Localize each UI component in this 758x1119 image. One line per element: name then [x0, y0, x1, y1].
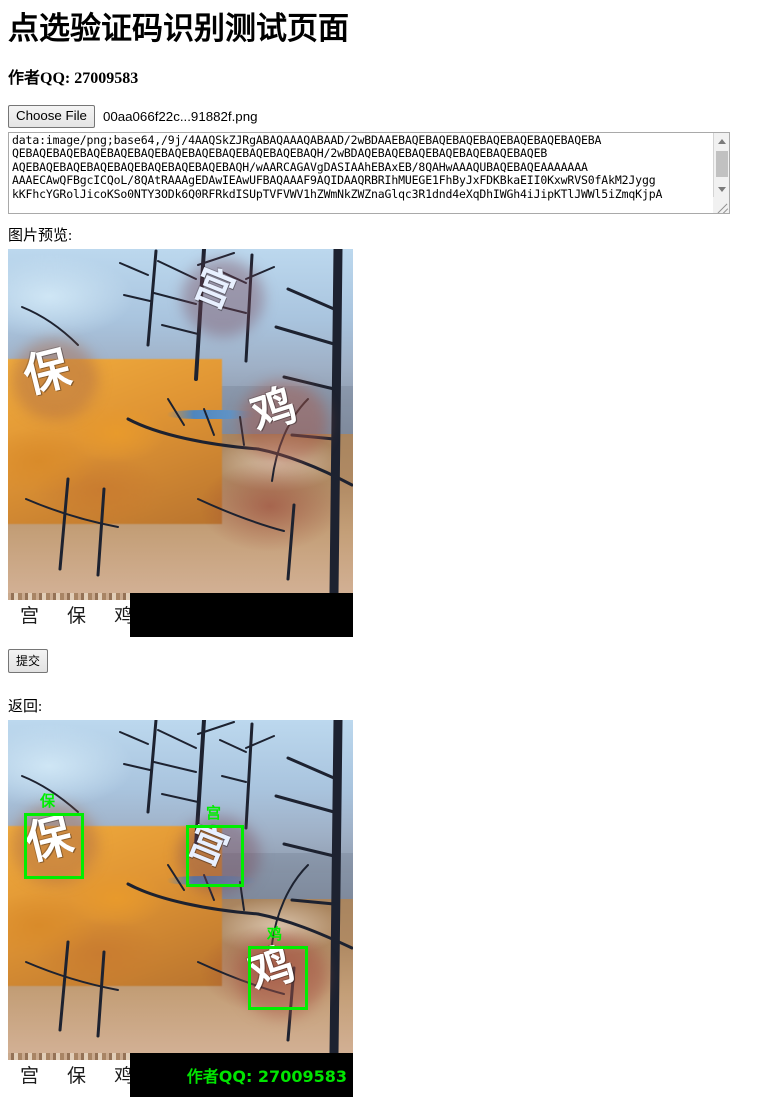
- captcha-result-image[interactable]: 保 宫 鸡 保宫鸡 宫 保 鸡 作者QQ: 27009583: [8, 719, 353, 1097]
- author-qq-label: 作者QQ: 27009583: [8, 69, 139, 87]
- base64-textarea-content[interactable]: data:image/png;base64,/9j/4AAQSkZJRgABAQ…: [12, 134, 714, 213]
- detection-box[interactable]: [24, 812, 84, 879]
- strip-black-area: [130, 592, 353, 637]
- scroll-down-arrow-icon[interactable]: [714, 181, 729, 197]
- file-input-row[interactable]: Choose File 00aa066f22c...91882f.png: [8, 105, 750, 129]
- submit-button[interactable]: 提交: [8, 648, 49, 673]
- detection-box[interactable]: [248, 945, 308, 1010]
- captcha-scene: 保 宫 鸡: [8, 248, 353, 593]
- submit-row: 提交: [8, 637, 750, 673]
- result-strip-black-area: 作者QQ: 27009583: [130, 1052, 353, 1097]
- captcha-preview-image[interactable]: 保 宫 鸡 宫 保 鸡: [8, 248, 353, 637]
- result-label: 返回:: [8, 698, 43, 715]
- result-prompt-characters: 宫 保 鸡: [20, 1065, 145, 1088]
- scrollbar-thumb[interactable]: [716, 150, 728, 177]
- detection-label: 保: [40, 791, 56, 810]
- result-author-qq: 作者QQ: 27009583: [186, 1066, 347, 1086]
- detection-label: 鸡: [267, 924, 283, 943]
- page-title: 点选验证码识别测试页面: [8, 11, 349, 46]
- base64-textarea[interactable]: data:image/png;base64,/9j/4AAQSkZJRgABAQ…: [8, 131, 730, 214]
- captcha-prompt-strip: 宫 保 鸡: [8, 592, 353, 637]
- detection-label: 宫: [206, 803, 222, 822]
- result-scene: 保 宫 鸡 保宫鸡: [8, 719, 353, 1053]
- red-patch: [201, 461, 340, 552]
- scroll-up-arrow-icon[interactable]: [714, 133, 729, 149]
- result-prompt-strip: 宫 保 鸡 作者QQ: 27009583: [8, 1052, 353, 1097]
- selected-file-name: 00aa066f22c...91882f.png: [102, 109, 258, 125]
- detection-box[interactable]: [186, 824, 244, 887]
- preview-label: 图片预览:: [8, 227, 73, 244]
- page-root: 点选验证码识别测试页面 作者QQ: 27009583 Choose File 0…: [0, 0, 758, 1105]
- choose-file-button[interactable]: Choose File: [8, 105, 95, 129]
- captcha-prompt-characters: 宫 保 鸡: [20, 605, 145, 628]
- textarea-resize-grip-icon[interactable]: [713, 196, 729, 213]
